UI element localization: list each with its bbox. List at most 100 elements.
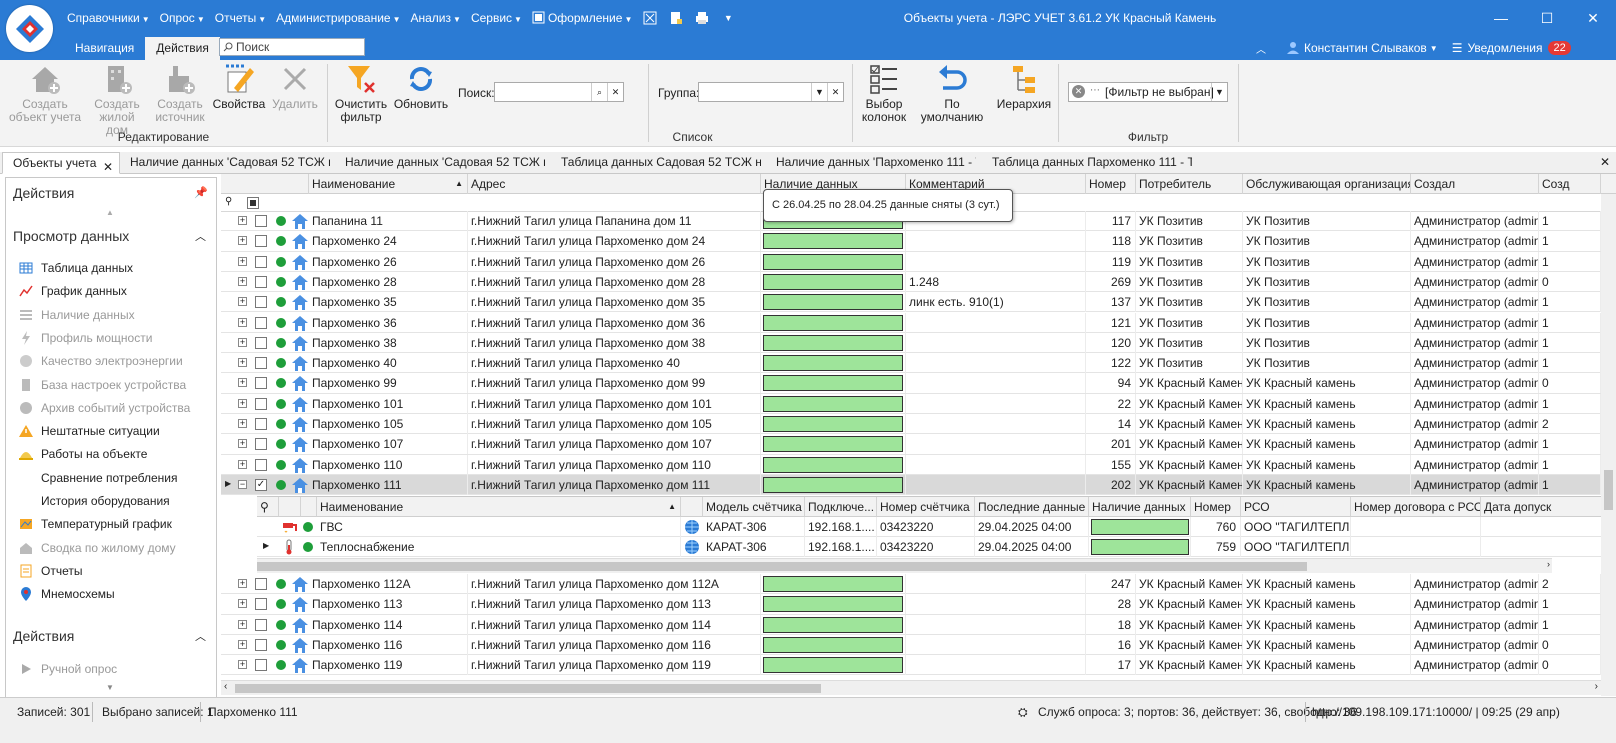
row-checkbox[interactable] [255,336,267,349]
expand-row-icon[interactable]: + [238,236,247,246]
doc-tab[interactable]: Наличие данных 'Пархоменко 111 - Теп [766,152,976,174]
expand-row-icon[interactable]: + [238,459,247,469]
ribbon-search-input[interactable]: ⌕ ✕ [494,82,624,102]
column-header-address[interactable]: Адрес [468,174,761,194]
row-checkbox[interactable] [255,578,267,590]
detail-header-model[interactable]: Модель счётчика [703,497,805,517]
scroll-thumb[interactable] [1604,470,1613,510]
row-checkbox[interactable] [255,438,267,451]
scroll-thumb[interactable] [257,562,1307,571]
table-row[interactable]: + Пархоменко 116 г.Нижний Тагил улица Парх… [221,634,1616,656]
expand-row-icon[interactable]: + [238,619,247,629]
collapse-section-icon[interactable]: ︿ [195,228,206,244]
scroll-down-icon[interactable]: ▼ [106,683,114,692]
tab-navigation[interactable]: Навигация [64,37,145,60]
doc-tab-objects[interactable]: Объекты учета ✕ [2,152,120,174]
row-expand-arrow-icon[interactable]: ▶ [263,541,269,550]
data-presence-bar[interactable] [763,456,903,473]
hierarchy-button[interactable]: Иерархия [994,62,1054,111]
row-checkbox[interactable] [255,316,267,329]
detail-header-contract[interactable]: Номер договора с РСО [1351,497,1481,517]
menu-poll[interactable]: Опрос ▼ [155,11,210,25]
scroll-up-icon[interactable]: ▲ [106,208,114,217]
notifications-list-icon[interactable]: ☰ [1452,41,1463,55]
sidebar-item[interactable]: История оборудования [18,491,170,511]
row-checkbox[interactable] [255,598,267,611]
data-presence-bar[interactable] [763,395,903,412]
row-checkbox[interactable] [255,377,267,390]
row-checkbox[interactable] [255,357,267,370]
default-button[interactable]: По умолчанию [914,62,990,124]
sidebar-item[interactable]: Сравнение потребления [18,468,177,488]
table-row[interactable]: + Пархоменко 105 г.Нижний Тагил улица Парх… [221,414,1616,435]
quick-tool-icon[interactable] [642,10,658,26]
row-checkbox[interactable] [255,418,267,430]
column-header-created[interactable]: Созд [1539,174,1601,194]
sidebar-item[interactable]: Наличие данных [18,305,135,325]
section-view-data[interactable]: Просмотр данных [13,228,129,244]
detail-header-last-data[interactable]: Последние данные [975,497,1089,517]
sidebar-item[interactable]: Таблица данных [18,258,133,278]
menu-analysis[interactable]: Анализ ▼ [406,11,466,25]
notifications-badge[interactable]: 22 [1548,41,1571,55]
section-actions[interactable]: Действия [13,628,74,644]
create-object-button[interactable]: Создать объект учета [8,62,82,124]
table-row[interactable]: + Пархоменко 107 г.Нижний Тагил улица Парх… [221,434,1616,455]
table-row[interactable]: + Пархоменко 24 г.Нижний Тагил улица Пархо… [221,231,1616,252]
data-presence-bar[interactable] [763,596,903,613]
doc-tab[interactable]: Наличие данных 'Садовая 52 ТСЖ на С [120,152,330,174]
minimize-icon[interactable]: — [1478,0,1524,36]
data-presence-bar[interactable] [763,273,903,290]
top-search-input[interactable]: Поиск [219,38,365,56]
expand-row-icon[interactable]: + [238,337,247,347]
detail-header-admission[interactable]: Дата допуск [1481,497,1616,517]
menu-reports[interactable]: Отчеты ▼ [210,11,271,25]
detail-header-rso[interactable]: РСО [1241,497,1351,517]
data-presence-bar[interactable] [763,233,903,250]
quick-tool-2-icon[interactable] [668,10,684,26]
expand-row-icon[interactable]: + [238,358,247,368]
close-all-tabs-icon[interactable]: ✕ [1600,155,1610,169]
collapse-ribbon-icon[interactable]: ︿ [1256,41,1266,56]
data-presence-bar[interactable] [1091,539,1189,556]
detail-row[interactable]: ▶ Теплоснабжение КАРАТ-306 192.168.1.... 034… [257,537,1616,558]
maximize-icon[interactable]: ☐ [1524,0,1570,36]
data-presence-bar[interactable] [763,416,903,432]
data-presence-bar[interactable] [763,436,903,453]
data-presence-bar[interactable] [763,576,903,592]
row-checkbox[interactable] [255,618,267,631]
expand-row-icon[interactable]: + [238,439,247,449]
data-presence-bar[interactable] [763,334,903,351]
choose-columns-button[interactable]: Выбор колонок [858,62,910,124]
doc-tab[interactable]: Таблица данных Пархоменко 111 - Тепл [982,152,1192,174]
expand-row-icon[interactable]: + [238,419,247,428]
data-presence-bar[interactable] [763,253,903,270]
expand-row-icon[interactable]: + [238,579,247,588]
filter-more-icon[interactable]: ⋯ [1090,85,1100,96]
close-icon[interactable]: ✕ [1570,0,1616,36]
row-checkbox[interactable] [255,458,267,471]
filter-select[interactable]: ✕ ⋯ [Фильтр не выбран] ▼ [1068,82,1228,102]
detail-header-meter-number[interactable]: Номер счётчика [877,497,975,517]
expand-row-icon[interactable]: + [238,256,247,266]
customize-toolbar-icon[interactable]: ▼ [720,10,736,26]
clear-group-icon[interactable]: ✕ [827,83,843,101]
expand-row-icon[interactable]: + [238,297,247,307]
sidebar-item[interactable]: Мнемосхемы [18,584,115,604]
table-row[interactable]: + Пархоменко 35 г.Нижний Тагил улица Пархо… [221,292,1616,313]
sidebar-item[interactable]: Отчеты [18,561,82,581]
table-row[interactable]: ▶ − ✓ Пархоменко 111 г.Нижний Тагил улица Па… [221,474,1616,496]
table-row[interactable]: + Пархоменко 119 г.Нижний Тагил улица Парх… [221,655,1616,676]
table-row[interactable]: + Пархоменко 110 г.Нижний Тагил улица Парх… [221,454,1616,475]
create-house-button[interactable]: Создать жилой дом [88,62,146,137]
menu-service[interactable]: Сервис ▼ [466,11,527,25]
sidebar-item[interactable]: Работы на объекте [18,444,147,464]
grid-horizontal-scrollbar[interactable]: ‹ › [221,680,1601,695]
table-row[interactable]: + Пархоменко 26 г.Нижний Тагил улица Пархо… [221,251,1616,272]
create-source-button[interactable]: Создать источник [152,62,208,124]
collapse-actions-icon[interactable]: ︿ [195,628,206,644]
row-checkbox[interactable] [255,659,267,672]
expand-row-icon[interactable]: + [238,660,247,670]
table-row[interactable]: + Пархоменко 40 г.Нижний Тагил улица Пархо… [221,353,1616,374]
expand-row-icon[interactable]: + [238,276,247,286]
